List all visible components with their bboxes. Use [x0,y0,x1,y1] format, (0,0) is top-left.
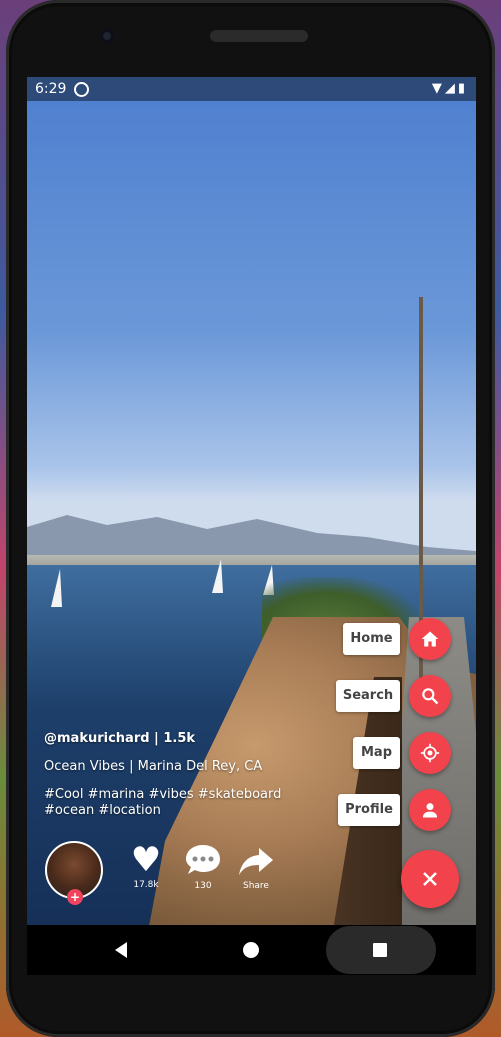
like-button[interactable]: ♥ 17.8k [124,840,168,890]
heart-icon: ♥ [130,840,162,880]
home-icon [421,631,439,647]
like-count: 17.8k [133,880,159,890]
status-icons: ▼◢▮ [432,81,468,96]
person-icon [422,803,438,818]
close-icon [423,872,437,886]
sailboat [51,569,62,607]
status-bar: 6:29 ▼◢▮ [27,77,476,101]
back-icon[interactable] [113,941,129,959]
fab-label-home[interactable]: Home [343,623,400,655]
share-button[interactable]: Share [236,844,276,891]
post-hashtags[interactable]: #Cool #marina #vibes #skateboard #ocean … [44,787,324,819]
crosshair-icon [420,743,440,763]
battery-icon: ▮ [457,81,468,96]
fab-label-profile[interactable]: Profile [338,794,400,826]
front-camera [100,29,114,43]
fab-home-button[interactable] [409,618,451,660]
sailboat [212,559,223,593]
fab-map-button[interactable] [409,732,451,774]
recents-icon[interactable] [373,943,387,957]
fab-search-button[interactable] [409,675,451,717]
follow-plus-icon[interactable]: + [67,889,83,905]
search-icon [422,688,439,705]
signal-icon: ◢ [444,81,458,96]
earpiece-speaker [210,30,308,42]
comment-button[interactable]: 130 [181,840,225,891]
home-nav-icon[interactable] [243,942,259,958]
sync-icon [74,82,89,97]
fab-label-search[interactable]: Search [336,680,400,712]
fab-profile-button[interactable] [409,789,451,831]
post-description: Ocean Vibes | Marina Del Rey, CA [44,759,263,774]
fab-label-map[interactable]: Map [353,737,400,769]
comment-count: 130 [194,881,212,891]
share-icon [239,848,273,875]
fab-close-button[interactable] [401,850,459,908]
wifi-icon: ▼ [431,81,445,96]
status-time: 6:29 [35,81,67,97]
post-username[interactable]: @makurichard | 1.5k [44,731,195,746]
share-label: Share [243,881,269,891]
comment-icon [186,845,220,874]
